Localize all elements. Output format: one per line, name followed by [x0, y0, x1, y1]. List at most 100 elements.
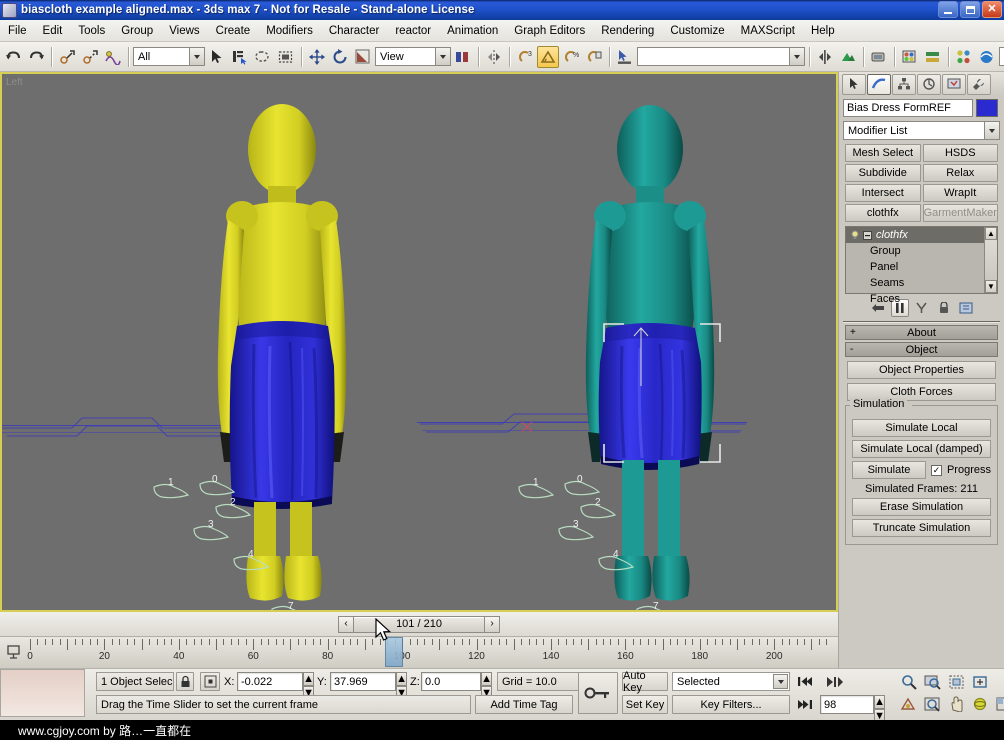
absolute-relative-mode-icon[interactable]: [200, 672, 220, 691]
track-bar[interactable]: 020406080100120140160180200: [0, 636, 838, 668]
y-spinner[interactable]: ▲ ▼: [396, 672, 407, 700]
arc-rotate-icon[interactable]: [970, 693, 991, 714]
current-frame-spinner[interactable]: ▲ ▼: [874, 695, 885, 723]
field-of-view-icon[interactable]: [898, 693, 919, 714]
menu-tools[interactable]: Tools: [70, 23, 113, 39]
chevron-down-icon[interactable]: [189, 48, 204, 65]
percent-snap-toggle-icon[interactable]: %: [560, 46, 582, 68]
selection-filter-combo[interactable]: All: [133, 47, 205, 66]
modifier-garmentmaker[interactable]: GarmentMaker: [922, 204, 998, 222]
key-filters-button[interactable]: Key Filters...: [672, 695, 790, 714]
quick-render-icon[interactable]: [837, 46, 859, 68]
modifier-stack[interactable]: clothfx Group Panel Seams Faces ▲ ▼: [845, 226, 998, 305]
rollout-about[interactable]: + About: [845, 325, 998, 340]
add-time-tag-button[interactable]: Add Time Tag: [475, 695, 573, 714]
menu-reactor[interactable]: reactor: [387, 23, 439, 39]
modifier-list-combo[interactable]: Modifier List: [843, 121, 1000, 140]
menu-character[interactable]: Character: [321, 23, 388, 39]
zoom-extents-icon[interactable]: [946, 671, 967, 692]
z-coordinate-field[interactable]: 0.0: [421, 672, 481, 691]
chevron-down-icon[interactable]: [773, 674, 788, 689]
current-frame-field[interactable]: 98: [820, 695, 874, 714]
mirror-icon[interactable]: [483, 46, 505, 68]
truncate-simulation-button[interactable]: Truncate Simulation: [852, 519, 991, 537]
scroll-up-icon[interactable]: ▲: [985, 227, 997, 240]
x-spinner[interactable]: ▲ ▼: [303, 672, 314, 700]
key-mode-toggle-icon[interactable]: [578, 672, 618, 714]
stack-subitem-seams[interactable]: Seams: [846, 275, 984, 291]
schematic-view-icon[interactable]: [953, 46, 975, 68]
menu-file[interactable]: File: [0, 23, 35, 39]
modifier-relax[interactable]: Relax: [922, 164, 998, 182]
modifier-stack-scrollbar[interactable]: ▲ ▼: [984, 227, 997, 293]
zoom-all-icon[interactable]: [922, 671, 943, 692]
maxscript-mini-listener[interactable]: [0, 669, 85, 717]
viewport-left[interactable]: Left 1 0 2 3 4 7 1 0 2 3 4 7: [0, 72, 838, 612]
object-name-field[interactable]: [843, 99, 973, 117]
material-editor-icon[interactable]: [899, 46, 921, 68]
select-and-scale-icon[interactable]: [352, 46, 374, 68]
menu-animation[interactable]: Animation: [439, 23, 506, 39]
spinner-snap-toggle-icon[interactable]: [583, 46, 605, 68]
rollout-object[interactable]: - Object: [845, 342, 998, 357]
menu-views[interactable]: Views: [161, 23, 207, 39]
zoom-region-icon[interactable]: [970, 671, 991, 692]
modifier-wrapit[interactable]: WrapIt: [922, 184, 998, 202]
close-button[interactable]: ✕: [982, 1, 1002, 18]
menu-rendering[interactable]: Rendering: [593, 23, 662, 39]
prev-frame-button[interactable]: ‹: [338, 615, 354, 633]
menu-group[interactable]: Group: [113, 23, 161, 39]
time-slider-handle[interactable]: 101 / 210: [354, 615, 484, 633]
create-tab[interactable]: [842, 73, 866, 95]
pan-icon[interactable]: [946, 693, 967, 714]
object-color-swatch[interactable]: [976, 99, 998, 117]
curve-editor-icon[interactable]: [976, 46, 998, 68]
named-selection-sets-icon[interactable]: [614, 46, 636, 68]
maximize-button[interactable]: [960, 1, 980, 18]
menu-create[interactable]: Create: [208, 23, 259, 39]
modifier-subdivide[interactable]: Subdivide: [845, 164, 921, 182]
z-spinner[interactable]: ▲ ▼: [481, 672, 492, 700]
chevron-down-icon[interactable]: [984, 122, 999, 139]
chevron-down-icon[interactable]: [789, 48, 804, 65]
zoom-icon[interactable]: [898, 671, 919, 692]
auto-key-button[interactable]: Auto Key: [622, 670, 668, 694]
frame-ruler[interactable]: 020406080100120140160180200: [27, 637, 838, 668]
simulate-button[interactable]: Simulate: [852, 461, 926, 479]
chevron-down-icon[interactable]: [435, 48, 450, 65]
select-and-move-icon[interactable]: [306, 46, 328, 68]
hierarchy-tab[interactable]: [892, 73, 916, 95]
object-properties-button[interactable]: Object Properties: [847, 361, 996, 379]
undo-icon[interactable]: [2, 46, 24, 68]
menu-help[interactable]: Help: [803, 23, 843, 39]
bind-to-space-warp-icon[interactable]: [102, 46, 124, 68]
menu-customize[interactable]: Customize: [662, 23, 732, 39]
stack-item-clothfx[interactable]: clothfx: [846, 227, 984, 243]
footstep-markers-right[interactable]: 1 0 2 3 4 7: [507, 469, 707, 612]
set-key-button[interactable]: Set Key: [622, 695, 668, 714]
scroll-down-icon[interactable]: ▼: [985, 280, 997, 293]
modifier-hsds[interactable]: HSDS: [922, 144, 998, 162]
use-pivot-point-center-icon[interactable]: [452, 46, 474, 68]
viewport-layout-combo[interactable]: View: [999, 47, 1004, 66]
unlink-selection-icon[interactable]: [79, 46, 101, 68]
open-mini-curve-editor-icon[interactable]: [6, 644, 22, 660]
x-coordinate-field[interactable]: -0.022: [237, 672, 303, 691]
stack-subitem-group[interactable]: Group: [846, 243, 984, 259]
modifier-mesh-select[interactable]: Mesh Select: [845, 144, 921, 162]
lock-icon[interactable]: [176, 672, 194, 691]
simulate-local-damped-button[interactable]: Simulate Local (damped): [852, 440, 991, 458]
rollout-toggle-icon[interactable]: -: [850, 344, 853, 355]
minimize-button[interactable]: [938, 1, 958, 18]
time-slider-thumb[interactable]: [385, 637, 403, 667]
modify-tab[interactable]: [867, 73, 891, 95]
key-mode-icon[interactable]: [824, 671, 845, 692]
select-region-rect-icon[interactable]: [252, 46, 274, 68]
modifier-clothfx[interactable]: clothfx: [845, 204, 921, 222]
redo-icon[interactable]: [25, 46, 47, 68]
next-frame-button[interactable]: ›: [484, 615, 500, 633]
menu-modifiers[interactable]: Modifiers: [258, 23, 321, 39]
modifier-intersect[interactable]: Intersect: [845, 184, 921, 202]
collapse-icon[interactable]: [863, 230, 872, 240]
render-type-icon[interactable]: [922, 46, 944, 68]
